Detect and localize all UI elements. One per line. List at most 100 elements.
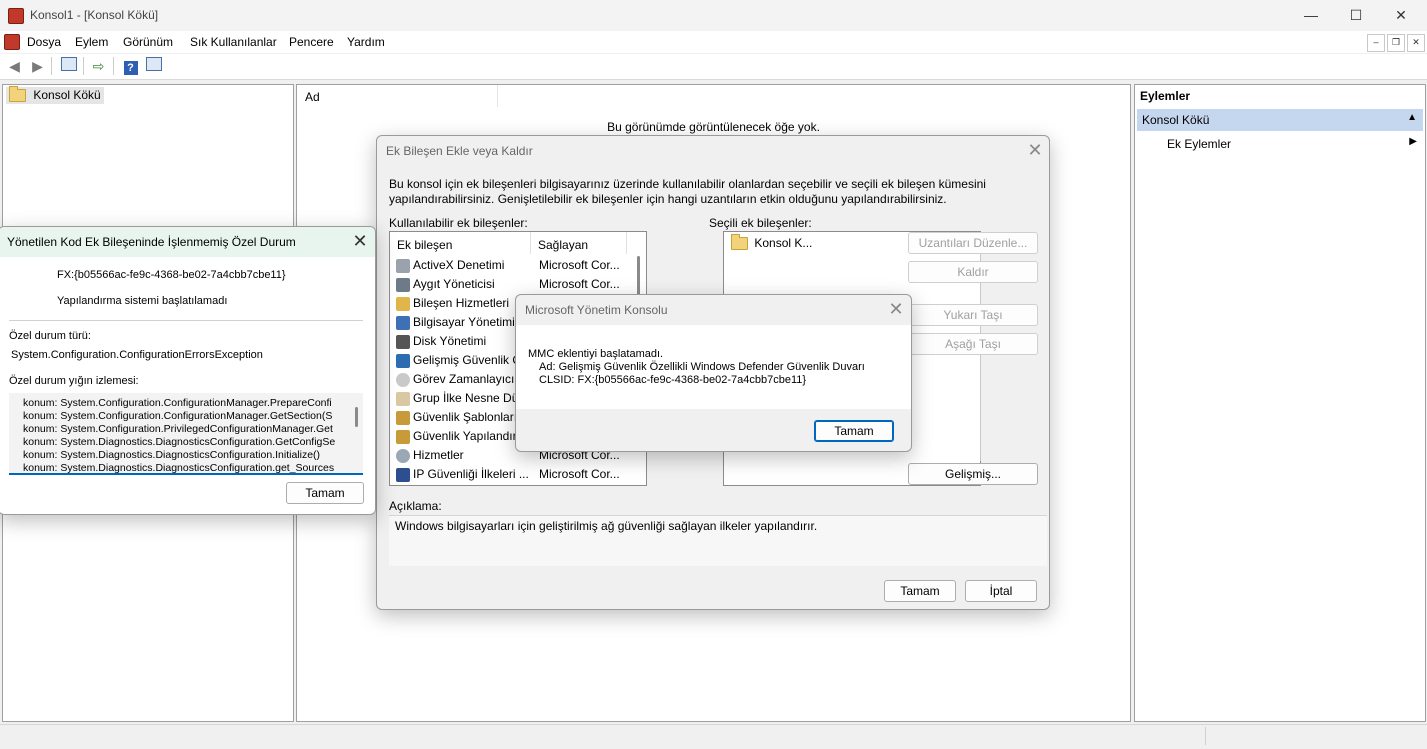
available-label: Kullanılabilir ek bileşenler: bbox=[389, 216, 528, 230]
ok-button[interactable]: Tamam bbox=[884, 580, 956, 602]
item-name: ActiveX Denetimi bbox=[413, 258, 505, 272]
divider bbox=[9, 320, 363, 321]
forward-arrow-icon[interactable]: ▶ bbox=[27, 56, 48, 76]
clock-icon bbox=[396, 372, 410, 387]
selected-item-label: Konsol K... bbox=[754, 236, 813, 250]
description-label: Açıklama: bbox=[389, 499, 442, 513]
tree-item-console-root[interactable]: Konsol Kökü bbox=[6, 86, 104, 104]
column-header-name[interactable]: Ad bbox=[297, 85, 498, 107]
stack-line: konum: System.Diagnostics.DiagnosticsCon… bbox=[23, 449, 321, 461]
minimize-button[interactable]: — bbox=[1288, 0, 1334, 31]
list-item[interactable]: IP Güvenliği İlkeleri ... Microsoft Cor..… bbox=[390, 465, 634, 484]
column-header-vendor[interactable]: Sağlayan bbox=[532, 232, 627, 254]
help-icon[interactable]: ? bbox=[120, 56, 141, 76]
list-item[interactable]: Aygıt Yöneticisi Microsoft Cor... bbox=[390, 275, 634, 294]
move-down-button[interactable]: Aşağı Taşı bbox=[908, 333, 1038, 355]
status-bar bbox=[0, 724, 1427, 749]
console-icon[interactable] bbox=[4, 34, 20, 50]
exception-type-value: System.Configuration.ConfigurationErrors… bbox=[11, 349, 263, 361]
item-name: IP Güvenliği İlkeleri ... bbox=[413, 467, 529, 481]
device-manager-icon bbox=[396, 277, 410, 292]
item-vendor: Microsoft Cor... bbox=[539, 258, 620, 272]
security-config-icon bbox=[396, 429, 410, 444]
description-box: Windows bilgisayarları için geliştirilmi… bbox=[389, 515, 1047, 566]
show-hide-tree-icon[interactable] bbox=[58, 56, 79, 76]
group-policy-icon bbox=[396, 391, 410, 406]
item-name: Gelişmiş Güvenlik Ö bbox=[413, 353, 522, 367]
menu-action[interactable]: Eylem bbox=[75, 35, 108, 49]
edit-extensions-button[interactable]: Uzantıları Düzenle... bbox=[908, 232, 1038, 254]
back-arrow-icon[interactable]: ◀ bbox=[4, 56, 25, 76]
scrollbar-thumb[interactable] bbox=[637, 256, 640, 296]
column-label: Ad bbox=[305, 90, 320, 104]
stack-trace-box[interactable]: konum: System.Configuration.Configuratio… bbox=[9, 393, 363, 475]
status-divider bbox=[1205, 727, 1206, 745]
list-item[interactable]: ActiveX Denetimi Microsoft Cor... bbox=[390, 256, 634, 275]
maximize-button[interactable]: ☐ bbox=[1333, 0, 1379, 31]
stack-line: konum: System.Diagnostics.DiagnosticsCon… bbox=[23, 462, 335, 474]
menu-help[interactable]: Yardım bbox=[347, 35, 385, 49]
menu-window[interactable]: Pencere bbox=[289, 35, 334, 49]
empty-message: Bu görünümde görüntülenecek öğe yok. bbox=[607, 120, 820, 134]
stack-line: konum: System.Configuration.Configuratio… bbox=[23, 410, 333, 422]
mdi-close-button[interactable]: ✕ bbox=[1407, 34, 1425, 52]
tree-item-label: Konsol Kökü bbox=[33, 88, 101, 102]
dialog-close-icon[interactable]: ✕ bbox=[350, 231, 370, 251]
item-vendor: Microsoft Cor... bbox=[539, 277, 620, 291]
folder-icon bbox=[731, 234, 748, 251]
cancel-button[interactable]: İptal bbox=[965, 580, 1037, 602]
show-action-pane-icon[interactable] bbox=[143, 56, 164, 76]
exception-dialog: Yönetilen Kod Ek Bileşeninde İşlenmemiş … bbox=[0, 226, 376, 515]
move-up-button[interactable]: Yukarı Taşı bbox=[908, 304, 1038, 326]
menu-file[interactable]: Dosya bbox=[27, 35, 61, 49]
action-more-actions[interactable]: Ek Eylemler ▶ bbox=[1137, 133, 1423, 153]
menu-view[interactable]: Görünüm bbox=[123, 35, 173, 49]
title-bar: Konsol1 - [Konsol Kökü] — ☐ ✕ bbox=[0, 0, 1427, 31]
close-button[interactable]: ✕ bbox=[1378, 0, 1424, 31]
item-name: Bilgisayar Yönetimi bbox=[413, 315, 515, 329]
item-name: Hizmetler bbox=[413, 448, 464, 462]
app-icon bbox=[8, 8, 24, 24]
menu-favorites[interactable]: Sık Kullanılanlar bbox=[190, 35, 277, 49]
actions-header: Eylemler bbox=[1140, 89, 1191, 103]
export-list-icon[interactable]: ⇨ bbox=[88, 56, 109, 76]
toolbar-separator bbox=[51, 57, 52, 75]
ok-button[interactable]: Tamam bbox=[286, 482, 364, 504]
activex-icon bbox=[396, 258, 410, 273]
column-header-snapin[interactable]: Ek bileşen bbox=[390, 232, 531, 254]
action-label: Ek Eylemler bbox=[1167, 137, 1232, 151]
ok-button[interactable]: Tamam bbox=[814, 420, 894, 442]
computer-management-icon bbox=[396, 315, 410, 330]
mdi-restore-button[interactable]: ❐ bbox=[1387, 34, 1405, 52]
error-clsid: CLSID: FX:{b05566ac-fe9c-4368-be02-7a4cb… bbox=[539, 374, 807, 386]
dialog-title: Microsoft Yönetim Konsolu bbox=[525, 303, 668, 317]
message-area: MMC eklentiyi başlatamadı. Ad: Gelişmiş … bbox=[516, 325, 911, 409]
error-name: Ad: Gelişmiş Güvenlik Özellikli Windows … bbox=[539, 361, 865, 373]
selected-item-console-root[interactable]: Konsol K... bbox=[731, 234, 813, 251]
section-label: Konsol Kökü bbox=[1142, 113, 1210, 127]
item-name: Güvenlik Şablonları bbox=[413, 410, 518, 424]
selected-label: Seçili ek bileşenler: bbox=[709, 216, 812, 230]
dialog-close-icon[interactable]: ✕ bbox=[886, 299, 906, 319]
exception-type-label: Özel durum türü: bbox=[9, 330, 91, 342]
actions-section-console-root[interactable]: Konsol Kökü ▲ bbox=[1137, 109, 1423, 131]
dialog-close-icon[interactable]: ✕ bbox=[1025, 140, 1045, 160]
advanced-button[interactable]: Gelişmiş... bbox=[908, 463, 1038, 485]
dialog-description: Bu konsol için ek bileşenleri bilgisayar… bbox=[389, 177, 986, 206]
component-services-icon bbox=[396, 296, 410, 311]
item-name: Bileşen Hizmetleri bbox=[413, 296, 510, 310]
toolbar-separator bbox=[113, 57, 114, 75]
item-name: Grup İlke Nesne Düz bbox=[413, 391, 525, 405]
scrollbar-thumb[interactable] bbox=[355, 407, 358, 427]
item-name: Aygıt Yöneticisi bbox=[413, 277, 495, 291]
services-gear-icon bbox=[396, 448, 410, 463]
item-name: Disk Yönetimi bbox=[413, 334, 487, 348]
stack-trace-label: Özel durum yığın izlemesi: bbox=[9, 375, 139, 387]
dialog-titlebar: Yönetilen Kod Ek Bileşeninde İşlenmemiş … bbox=[0, 227, 375, 257]
remove-button[interactable]: Kaldır bbox=[908, 261, 1038, 283]
exception-fx: FX:{b05566ac-fe9c-4368-be02-7a4cbb7cbe11… bbox=[57, 269, 286, 281]
firewall-icon bbox=[396, 353, 410, 368]
mdi-minimize-button[interactable]: – bbox=[1367, 34, 1385, 52]
toolbar-separator bbox=[83, 57, 84, 75]
folder-icon bbox=[9, 86, 26, 103]
